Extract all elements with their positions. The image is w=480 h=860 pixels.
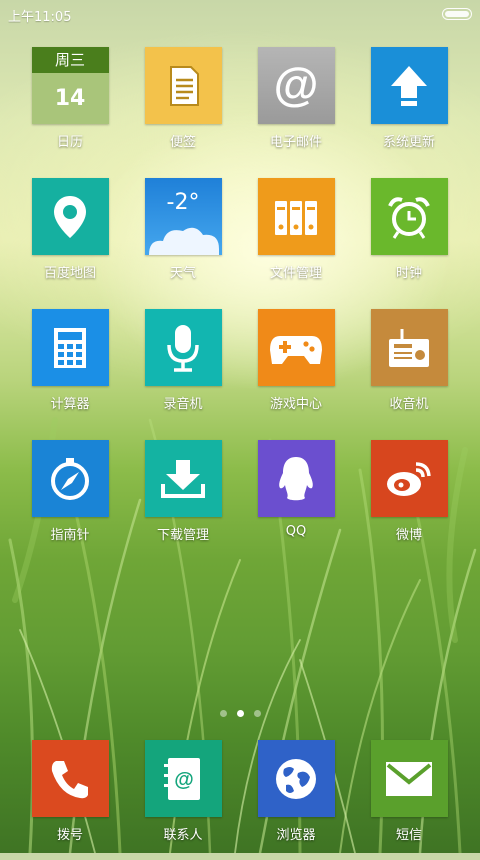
- page-dot[interactable]: [253, 710, 261, 717]
- page-dot-active[interactable]: [236, 710, 244, 717]
- app-label: 短信: [395, 828, 422, 843]
- dock-app-dialer[interactable]: 拨号: [20, 740, 120, 860]
- app-label: 收音机: [389, 397, 429, 412]
- app-recorder[interactable]: 录音机: [133, 309, 233, 429]
- app-email[interactable]: @ 电子邮件: [246, 47, 346, 167]
- dock-app-contacts[interactable]: @ 联系人: [133, 740, 233, 860]
- battery-icon: [442, 8, 472, 20]
- app-label: 拨号: [56, 828, 83, 843]
- download-icon: [144, 440, 222, 517]
- dock-app-messages[interactable]: 短信: [359, 740, 459, 860]
- page-indicator[interactable]: [0, 702, 480, 717]
- radio-icon: [370, 309, 448, 386]
- app-label: 游戏中心: [269, 397, 322, 412]
- alarm-clock-icon: [370, 178, 448, 255]
- app-calculator[interactable]: 计算器: [20, 309, 120, 429]
- status-bar: 上午11:05: [0, 0, 480, 28]
- app-label: 百度地图: [43, 266, 96, 281]
- calendar-icon: 周三 14: [31, 47, 109, 124]
- app-weibo[interactable]: 微博: [359, 440, 459, 560]
- app-label: 时钟: [395, 266, 422, 281]
- weather-temperature: -2°: [166, 190, 200, 215]
- weather-cloud-icon: -2°: [144, 178, 222, 255]
- app-clock[interactable]: 时钟: [359, 178, 459, 298]
- app-calendar[interactable]: 周三 14 日历: [20, 47, 120, 167]
- calendar-weekday: 周三: [31, 47, 109, 73]
- email-at-icon: @: [257, 47, 335, 124]
- app-label: 录音机: [163, 397, 203, 412]
- app-label: QQ: [285, 524, 307, 539]
- app-qq[interactable]: QQ: [246, 440, 346, 560]
- dock-app-browser[interactable]: 浏览器: [246, 740, 346, 860]
- app-label: 计算器: [50, 397, 90, 412]
- calculator-icon: [31, 309, 109, 386]
- app-label: 系统更新: [382, 135, 435, 150]
- page-dot[interactable]: [219, 710, 227, 717]
- svg-text:@: @: [274, 60, 319, 110]
- app-label: 天气: [169, 266, 196, 281]
- gamepad-icon: [257, 309, 335, 386]
- calendar-day: 14: [31, 73, 109, 124]
- app-label: 便签: [169, 135, 196, 150]
- app-baidu-map[interactable]: 百度地图: [20, 178, 120, 298]
- app-game-center[interactable]: 游戏中心: [246, 309, 346, 429]
- phone-handset-icon: [31, 740, 109, 817]
- app-system-update[interactable]: 系统更新: [359, 47, 459, 167]
- app-label: 日历: [56, 135, 83, 150]
- svg-text:@: @: [174, 769, 194, 791]
- app-label: 联系人: [163, 828, 203, 843]
- notes-icon: [144, 47, 222, 124]
- status-time: 上午11:05: [8, 10, 72, 25]
- app-label: 浏览器: [276, 828, 316, 843]
- microphone-icon: [144, 309, 222, 386]
- compass-icon: [31, 440, 109, 517]
- app-weather[interactable]: -2° 天气: [133, 178, 233, 298]
- app-label: 微博: [395, 528, 422, 543]
- qq-penguin-icon: [257, 440, 335, 517]
- app-label: 指南针: [50, 528, 90, 543]
- app-notes[interactable]: 便签: [133, 47, 233, 167]
- update-arrow-icon: [370, 47, 448, 124]
- binders-icon: [257, 178, 335, 255]
- app-file-manager[interactable]: 文件管理: [246, 178, 346, 298]
- app-compass[interactable]: 指南针: [20, 440, 120, 560]
- map-pin-icon: [31, 178, 109, 255]
- weibo-icon: [370, 440, 448, 517]
- app-label: 下载管理: [156, 528, 209, 543]
- app-label: 电子邮件: [269, 135, 322, 150]
- app-download-manager[interactable]: 下载管理: [133, 440, 233, 560]
- app-radio[interactable]: 收音机: [359, 309, 459, 429]
- contacts-book-icon: @: [144, 740, 222, 817]
- globe-icon: [257, 740, 335, 817]
- app-label: 文件管理: [269, 266, 322, 281]
- envelope-icon: [370, 740, 448, 817]
